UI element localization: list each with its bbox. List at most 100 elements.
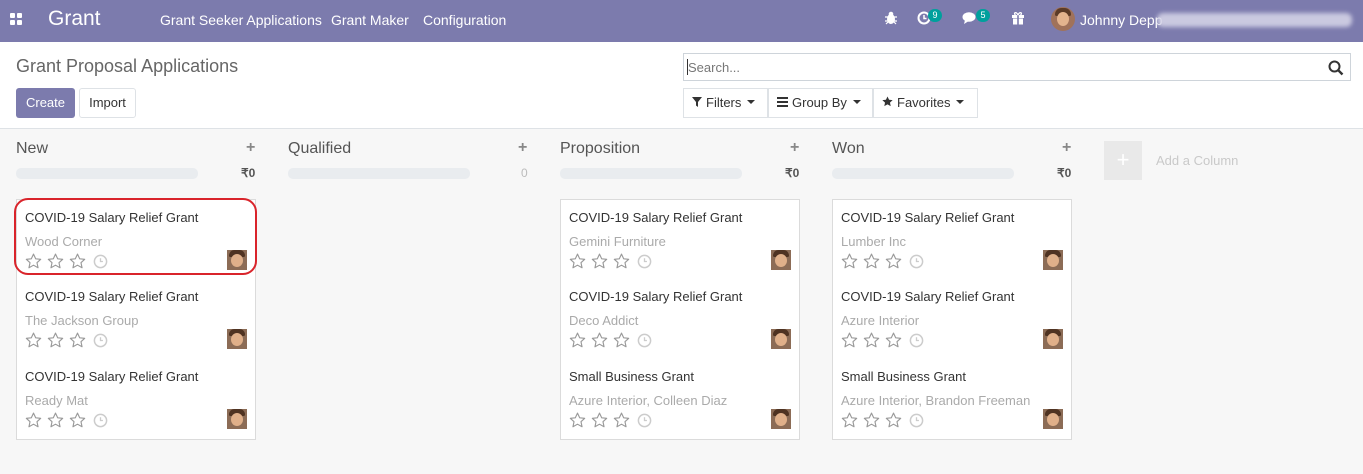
star-icon[interactable] bbox=[569, 412, 586, 429]
priority-stars bbox=[569, 412, 652, 430]
favorites-dropdown[interactable]: Favorites bbox=[873, 88, 978, 118]
star-icon[interactable] bbox=[591, 332, 608, 349]
add-column-button[interactable]: + bbox=[1104, 141, 1142, 180]
chevron-down-icon bbox=[747, 99, 756, 104]
search-input[interactable] bbox=[688, 57, 1318, 77]
priority-stars bbox=[25, 332, 108, 350]
card-title: COVID-19 Salary Relief Grant bbox=[25, 289, 199, 304]
card-title: COVID-19 Salary Relief Grant bbox=[25, 210, 199, 225]
add-column-label[interactable]: Add a Column bbox=[1156, 153, 1238, 168]
search-icon[interactable] bbox=[1328, 60, 1344, 76]
column-title-qualified[interactable]: Qualified bbox=[288, 140, 351, 158]
star-icon[interactable] bbox=[885, 253, 902, 270]
import-button[interactable]: Import bbox=[79, 88, 136, 118]
star-icon bbox=[882, 89, 893, 117]
progress-bar-new[interactable] bbox=[16, 168, 198, 179]
quick-create-new-icon[interactable]: + bbox=[246, 139, 255, 157]
kanban-card[interactable]: COVID-19 Salary Relief Grant The Jackson … bbox=[16, 279, 256, 360]
user-name[interactable]: Johnny Depp bbox=[1080, 12, 1163, 28]
filters-label: Filters bbox=[706, 95, 742, 110]
search-bar[interactable] bbox=[683, 53, 1351, 81]
star-icon[interactable] bbox=[569, 332, 586, 349]
star-icon[interactable] bbox=[25, 412, 42, 429]
apps-grid-icon[interactable] bbox=[10, 13, 22, 25]
star-icon[interactable] bbox=[863, 332, 880, 349]
progress-bar-won[interactable] bbox=[832, 168, 1014, 179]
create-button[interactable]: Create bbox=[16, 88, 75, 118]
chevron-down-icon bbox=[852, 99, 861, 104]
activity-clock-icon[interactable] bbox=[909, 333, 924, 348]
activity-count-badge: 9 bbox=[928, 9, 942, 22]
activity-clock-icon[interactable] bbox=[93, 333, 108, 348]
kanban-card[interactable]: COVID-19 Salary Relief Grant Ready Mat bbox=[16, 359, 256, 440]
star-icon[interactable] bbox=[47, 412, 64, 429]
quick-create-qualified-icon[interactable]: + bbox=[518, 139, 527, 157]
star-icon[interactable] bbox=[69, 412, 86, 429]
star-icon[interactable] bbox=[25, 253, 42, 270]
star-icon[interactable] bbox=[885, 412, 902, 429]
control-panel: Grant Proposal Applications Create Impor… bbox=[0, 42, 1363, 129]
activity-clock-icon[interactable] bbox=[93, 413, 108, 428]
kanban-card[interactable]: COVID-19 Salary Relief Grant Azure Interi… bbox=[832, 279, 1072, 360]
assignee-avatar bbox=[1043, 329, 1063, 349]
menu-grant-seeker-applications[interactable]: Grant Seeker Applications bbox=[160, 12, 322, 28]
star-icon[interactable] bbox=[885, 332, 902, 349]
assignee-avatar bbox=[1043, 409, 1063, 429]
column-title-proposition[interactable]: Proposition bbox=[560, 140, 640, 158]
star-icon[interactable] bbox=[613, 332, 630, 349]
quick-create-won-icon[interactable]: + bbox=[1062, 139, 1071, 157]
column-title-new[interactable]: New bbox=[16, 140, 48, 158]
bug-icon[interactable] bbox=[884, 11, 898, 29]
activity-clock-icon[interactable] bbox=[637, 254, 652, 269]
activity-clock-icon[interactable] bbox=[93, 254, 108, 269]
card-title: COVID-19 Salary Relief Grant bbox=[25, 369, 199, 384]
card-title: Small Business Grant bbox=[841, 369, 966, 384]
star-icon[interactable] bbox=[841, 332, 858, 349]
star-icon[interactable] bbox=[25, 332, 42, 349]
group-by-dropdown[interactable]: Group By bbox=[768, 88, 873, 118]
star-icon[interactable] bbox=[841, 253, 858, 270]
star-icon[interactable] bbox=[863, 412, 880, 429]
kanban-card[interactable]: COVID-19 Salary Relief Grant Deco Addict bbox=[560, 279, 800, 360]
activity-clock-icon[interactable] bbox=[637, 333, 652, 348]
menu-configuration[interactable]: Configuration bbox=[423, 12, 506, 28]
star-icon[interactable] bbox=[841, 412, 858, 429]
star-icon[interactable] bbox=[613, 253, 630, 270]
card-partner: Azure Interior bbox=[841, 313, 920, 328]
card-partner: Ready Mat bbox=[25, 393, 88, 408]
activity-clock-icon[interactable] bbox=[909, 254, 924, 269]
page-title: Grant Proposal Applications bbox=[16, 56, 239, 76]
priority-stars bbox=[841, 412, 924, 430]
kanban-card[interactable]: Small Business Grant Azure Interior, Coll… bbox=[560, 359, 800, 440]
filter-funnel-icon bbox=[692, 89, 702, 117]
column-total-new: ₹0 bbox=[241, 166, 256, 180]
star-icon[interactable] bbox=[47, 332, 64, 349]
star-icon[interactable] bbox=[591, 412, 608, 429]
star-icon[interactable] bbox=[69, 253, 86, 270]
gift-icon[interactable] bbox=[1011, 11, 1025, 29]
activity-clock-icon[interactable] bbox=[637, 413, 652, 428]
star-icon[interactable] bbox=[569, 253, 586, 270]
card-partner: Wood Corner bbox=[25, 234, 103, 249]
user-avatar[interactable] bbox=[1051, 7, 1075, 31]
assignee-avatar bbox=[227, 329, 247, 349]
star-icon[interactable] bbox=[69, 332, 86, 349]
quick-create-proposition-icon[interactable]: + bbox=[790, 139, 799, 157]
star-icon[interactable] bbox=[613, 412, 630, 429]
kanban-card[interactable]: Small Business Grant Azure Interior, Bran… bbox=[832, 359, 1072, 440]
kanban-card[interactable]: COVID-19 Salary Relief Grant Wood Corner bbox=[16, 199, 256, 280]
activity-clock-icon[interactable] bbox=[909, 413, 924, 428]
star-icon[interactable] bbox=[47, 253, 64, 270]
star-icon[interactable] bbox=[863, 253, 880, 270]
priority-stars bbox=[25, 412, 108, 430]
kanban-card[interactable]: COVID-19 Salary Relief Grant Lumber Inc bbox=[832, 199, 1072, 280]
menu-grant-maker[interactable]: Grant Maker bbox=[331, 12, 409, 28]
filters-dropdown[interactable]: Filters bbox=[683, 88, 768, 118]
app-brand[interactable]: Grant bbox=[48, 7, 101, 31]
star-icon[interactable] bbox=[591, 253, 608, 270]
kanban-card[interactable]: COVID-19 Salary Relief Grant Gemini Furni… bbox=[560, 199, 800, 280]
card-title: COVID-19 Salary Relief Grant bbox=[841, 289, 1015, 304]
column-title-won[interactable]: Won bbox=[832, 140, 865, 158]
progress-bar-qualified[interactable] bbox=[288, 168, 470, 179]
progress-bar-proposition[interactable] bbox=[560, 168, 742, 179]
